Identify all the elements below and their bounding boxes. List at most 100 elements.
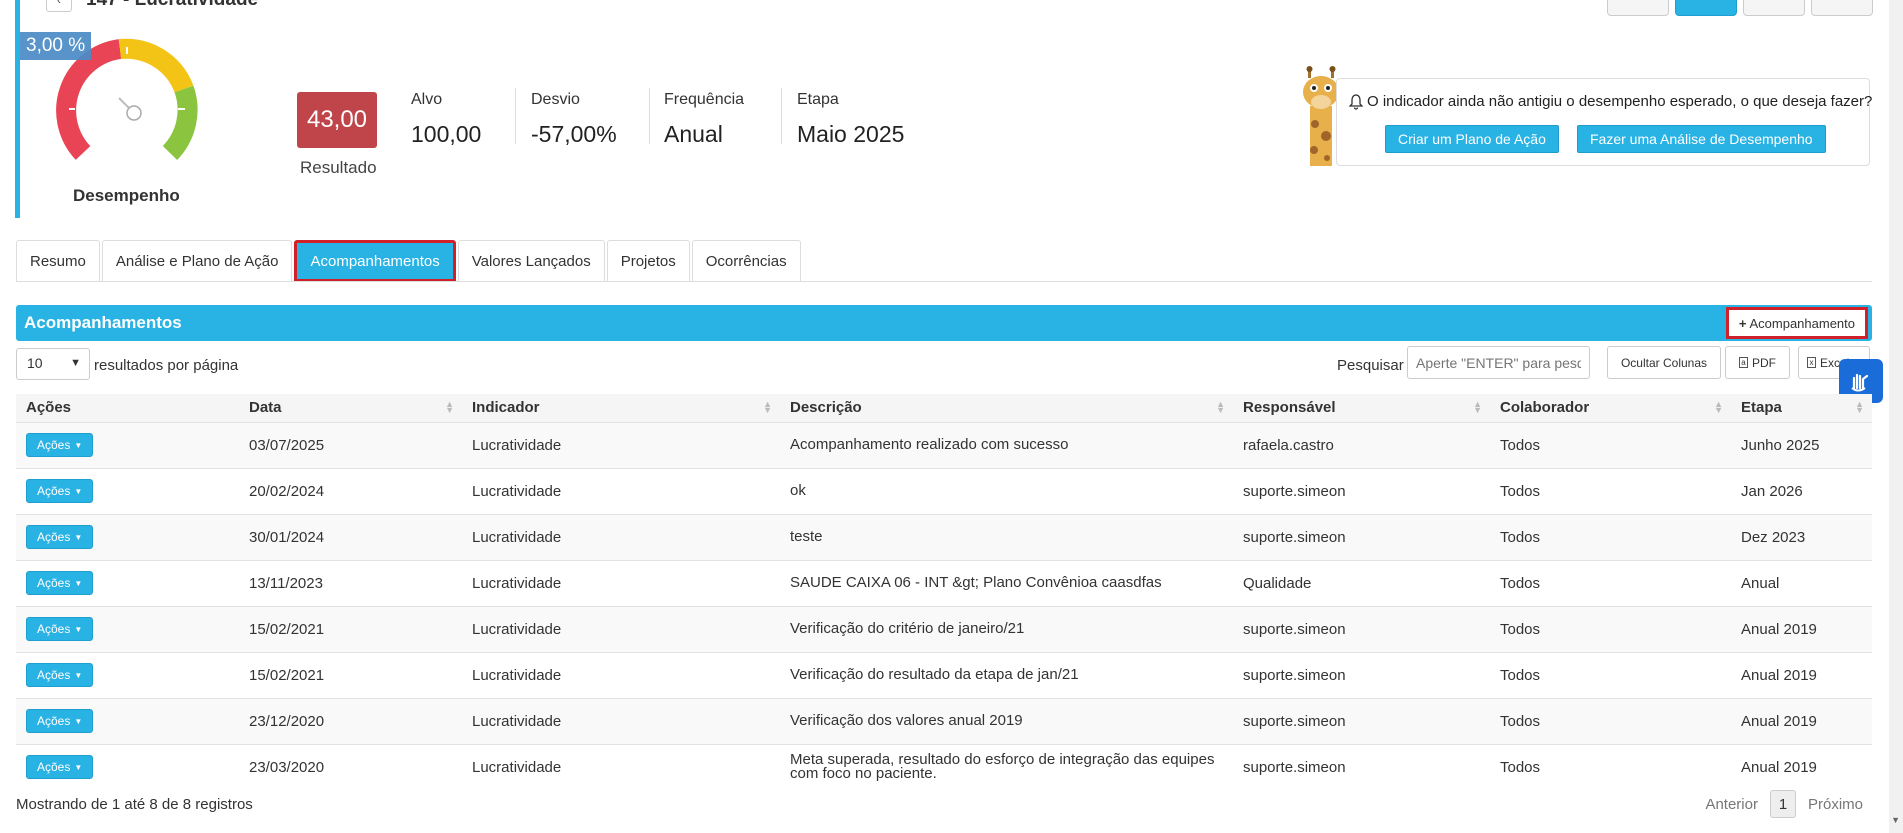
performance-gauge: 3,00 % Desempenho (20, 28, 230, 208)
row-actions-button[interactable]: Ações ▼ (26, 663, 94, 687)
pdf-export-button[interactable]: a PDF (1725, 346, 1790, 379)
row-actions-label: Ações (37, 714, 71, 728)
search-input[interactable] (1407, 346, 1590, 379)
row-actions-button[interactable]: Ações ▼ (26, 709, 94, 733)
toolbar-button-4[interactable] (1811, 0, 1873, 16)
col-indicador[interactable]: Indicador ▲ ▼ (462, 394, 780, 422)
row-actions-cell: Ações ▼ (16, 513, 239, 560)
tab-acompanhamentos[interactable]: Acompanhamentos (294, 240, 456, 282)
cell-data: 30/01/2024 (239, 513, 462, 560)
cell-data: 15/02/2021 (239, 605, 462, 652)
row-actions-cell: Ações ▼ (16, 651, 239, 698)
hands-icon (1851, 373, 1869, 392)
gauge-percent: 3,00 % (20, 32, 92, 60)
add-acompanhamento-button[interactable]: + Acompanhamento (1725, 307, 1868, 339)
cell-etapa: Anual 2019 (1731, 651, 1872, 698)
create-action-plan-button[interactable]: Criar um Plano de Ação (1385, 125, 1559, 153)
row-actions-button[interactable]: Ações ▼ (26, 525, 94, 549)
sort-icon: ▲ ▼ (1714, 399, 1723, 415)
row-actions-cell: Ações ▼ (16, 421, 239, 468)
table-row: Ações ▼ 20/02/2024 Lucratividade ok suporte.s… (16, 467, 1872, 514)
tab-valores-lancados[interactable]: Valores Lançados (457, 240, 605, 282)
pagination-next[interactable]: Próximo (1808, 796, 1863, 813)
cell-data: 13/11/2023 (239, 559, 462, 606)
table-row: Ações ▼ 13/11/2023 Lucratividade SAUDE CAIXA… (16, 559, 1872, 606)
row-actions-cell: Ações ▼ (16, 697, 239, 744)
cell-indicador: Lucratividade (462, 467, 780, 514)
sort-icon: ▲ ▼ (1216, 399, 1225, 415)
cell-indicador: Lucratividade (462, 697, 780, 744)
row-actions-button[interactable]: Ações ▼ (26, 617, 94, 641)
cell-descricao: Acompanhamento realizado com sucesso (780, 421, 1233, 468)
plus-icon: + (1738, 315, 1747, 331)
caret-down-icon: ▼ (74, 670, 83, 680)
toolbar-button-2[interactable] (1675, 0, 1737, 16)
caret-down-icon: ▼ (74, 486, 83, 496)
performance-alert: O indicador ainda não antigiu o desempen… (1336, 78, 1872, 166)
performance-analysis-button[interactable]: Fazer uma Análise de Desempenho (1577, 125, 1826, 153)
row-actions-button[interactable]: Ações ▼ (26, 571, 94, 595)
cell-etapa: Jan 2026 (1731, 467, 1872, 514)
cell-etapa: Dez 2023 (1731, 513, 1872, 560)
page-title: 147 - Lucratividade (86, 0, 258, 11)
row-actions-label: Ações (37, 484, 71, 498)
col-data[interactable]: Data ▲ ▼ (239, 394, 462, 422)
table-row: Ações ▼ 15/02/2021 Lucratividade Verificação… (16, 605, 1872, 652)
bell-icon (1349, 94, 1363, 110)
kpi-value: -57,00% (531, 121, 617, 147)
table-row: Ações ▼ 23/03/2020 Lucratividade Meta supera… (16, 743, 1872, 790)
pagination-page-1[interactable]: 1 (1769, 790, 1796, 818)
page-length-label: resultados por página (94, 357, 239, 374)
col-acoes[interactable]: Ações (16, 394, 239, 422)
kpi-divider (781, 88, 782, 144)
pdf-label: PDF (1752, 355, 1776, 370)
chevron-down-icon: ▼ (70, 357, 81, 369)
cell-indicador: Lucratividade (462, 743, 780, 790)
cell-colaborador: Todos (1490, 559, 1731, 606)
kpi-frequencia: Frequência Anual (664, 91, 744, 148)
tabs-divider (16, 281, 1872, 282)
cell-descricao: Verificação do resultado da etapa de jan… (780, 651, 1233, 698)
table-row: Ações ▼ 30/01/2024 Lucratividade teste suport… (16, 513, 1872, 560)
row-actions-cell: Ações ▼ (16, 743, 239, 790)
tab-resumo[interactable]: Resumo (16, 240, 100, 282)
sort-icon: ▲ ▼ (1473, 399, 1482, 415)
tab-projetos[interactable]: Projetos (606, 240, 690, 282)
caret-down-icon: ▼ (74, 716, 83, 726)
scroll-down-icon[interactable]: ▼ (1891, 815, 1900, 825)
row-actions-button[interactable]: Ações ▼ (26, 433, 94, 457)
cell-colaborador: Todos (1490, 743, 1731, 790)
pagination-previous[interactable]: Anterior (1705, 796, 1758, 813)
col-descricao[interactable]: Descrição ▲ ▼ (780, 394, 1233, 422)
search-label: Pesquisar (1337, 357, 1404, 374)
kpi-label: Etapa (797, 91, 839, 108)
page-length-select[interactable]: 10 ▼ (16, 348, 90, 380)
toolbar-button-3[interactable] (1743, 0, 1805, 16)
cell-colaborador: Todos (1490, 467, 1731, 514)
tab-ocorrencias[interactable]: Ocorrências (691, 240, 801, 282)
panel-header: Acompanhamentos + Acompanhamento (16, 305, 1872, 341)
cell-colaborador: Todos (1490, 697, 1731, 744)
col-etapa[interactable]: Etapa ▲ ▼ (1731, 394, 1872, 422)
cell-data: 23/03/2020 (239, 743, 462, 790)
back-button[interactable]: ‹ (46, 0, 72, 12)
hide-columns-button[interactable]: Ocultar Colunas (1607, 346, 1721, 379)
row-actions-button[interactable]: Ações ▼ (26, 479, 94, 503)
tab-analise-plano[interactable]: Análise e Plano de Ação (101, 240, 293, 282)
row-actions-label: Ações (37, 438, 71, 452)
col-responsavel[interactable]: Responsável ▲ ▼ (1233, 394, 1490, 422)
kpi-divider (649, 88, 650, 144)
toolbar-button-1[interactable] (1607, 0, 1669, 16)
cell-responsavel: Qualidade (1233, 559, 1490, 606)
top-toolbar (1607, 0, 1873, 16)
result-label: Resultado (300, 158, 377, 177)
cell-descricao: Verificação dos valores anual 2019 (780, 697, 1233, 744)
col-colaborador[interactable]: Colaborador ▲ ▼ (1490, 394, 1731, 422)
sort-icon: ▲ ▼ (763, 399, 772, 415)
row-actions-cell: Ações ▼ (16, 559, 239, 606)
row-actions-label: Ações (37, 668, 71, 682)
row-actions-button[interactable]: Ações ▼ (26, 755, 94, 780)
vertical-scrollbar[interactable]: ▼ (1889, 0, 1903, 833)
caret-down-icon: ▼ (74, 532, 83, 542)
cell-responsavel: suporte.simeon (1233, 513, 1490, 560)
